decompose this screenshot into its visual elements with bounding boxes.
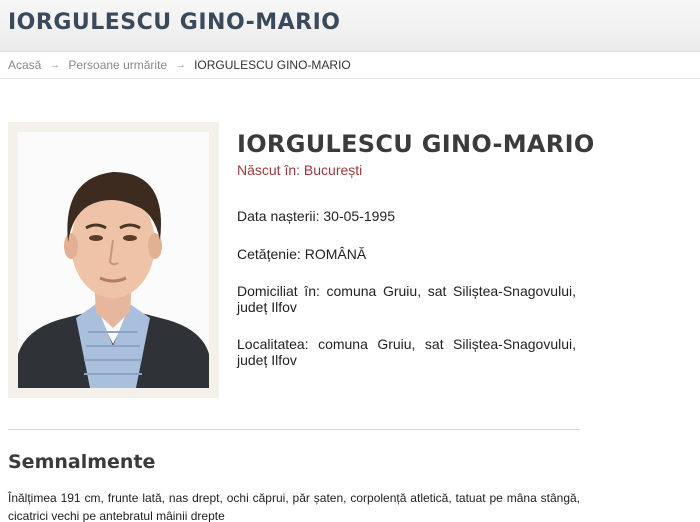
header-title: IORGULESCU GINO-MARIO — [8, 10, 341, 35]
breadcrumb: Acasă → Persoane urmărite → IORGULESCU G… — [8, 57, 351, 73]
features-description: Înălțimea 191 cm, frunte lată, nas drept… — [8, 491, 580, 522]
breadcrumb-wanted-persons-link[interactable]: Persoane urmărite — [68, 58, 167, 72]
person-photo-frame — [8, 122, 219, 398]
breadcrumb-current: IORGULESCU GINO-MARIO — [194, 58, 351, 72]
person-domicile: Domiciliat în: comuna Gruiu, sat Siliște… — [237, 283, 576, 315]
breadcrumb-home-link[interactable]: Acasă — [8, 58, 41, 72]
person-locality: Localitatea: comuna Gruiu, sat Siliștea-… — [237, 336, 576, 368]
features-heading: Semnalmente — [8, 451, 156, 473]
breadcrumb-divider — [0, 78, 700, 79]
arrow-right-icon: → — [175, 59, 187, 71]
section-divider — [8, 429, 580, 430]
person-birthplace: Născut în: București — [237, 162, 363, 178]
arrow-right-icon: → — [49, 59, 61, 71]
person-photo — [18, 132, 209, 388]
person-citizenship: Cetățenie: ROMÂNĂ — [237, 246, 367, 262]
person-name: IORGULESCU GINO-MARIO — [237, 130, 595, 158]
person-birth-date: Data nașterii: 30-05-1995 — [237, 208, 395, 224]
portrait-illustration — [18, 132, 209, 388]
page-header: IORGULESCU GINO-MARIO — [0, 0, 700, 52]
